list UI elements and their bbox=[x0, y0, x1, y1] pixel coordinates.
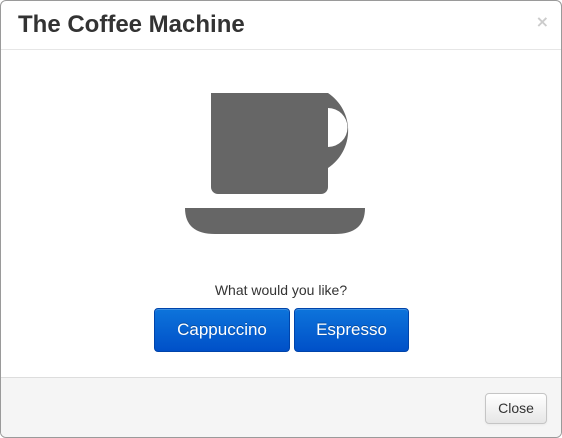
coffee-cup-icon bbox=[185, 93, 365, 234]
choice-buttons: Cappuccino Espresso bbox=[154, 308, 414, 352]
coffee-machine-dialog: The Coffee Machine × What would you like… bbox=[0, 0, 562, 438]
dialog-body: What would you like? Cappuccino Espresso bbox=[1, 50, 561, 377]
cappuccino-button[interactable]: Cappuccino bbox=[154, 308, 290, 352]
espresso-button[interactable]: Espresso bbox=[294, 308, 409, 352]
close-button[interactable]: Close bbox=[485, 393, 547, 424]
cup-body bbox=[211, 93, 349, 194]
dialog-footer: Close bbox=[1, 377, 561, 437]
saucer bbox=[185, 208, 365, 234]
dialog-title: The Coffee Machine bbox=[18, 11, 245, 38]
dialog-header: The Coffee Machine × bbox=[1, 1, 561, 50]
prompt-text: What would you like? bbox=[214, 282, 348, 298]
close-icon[interactable]: × bbox=[536, 12, 549, 32]
